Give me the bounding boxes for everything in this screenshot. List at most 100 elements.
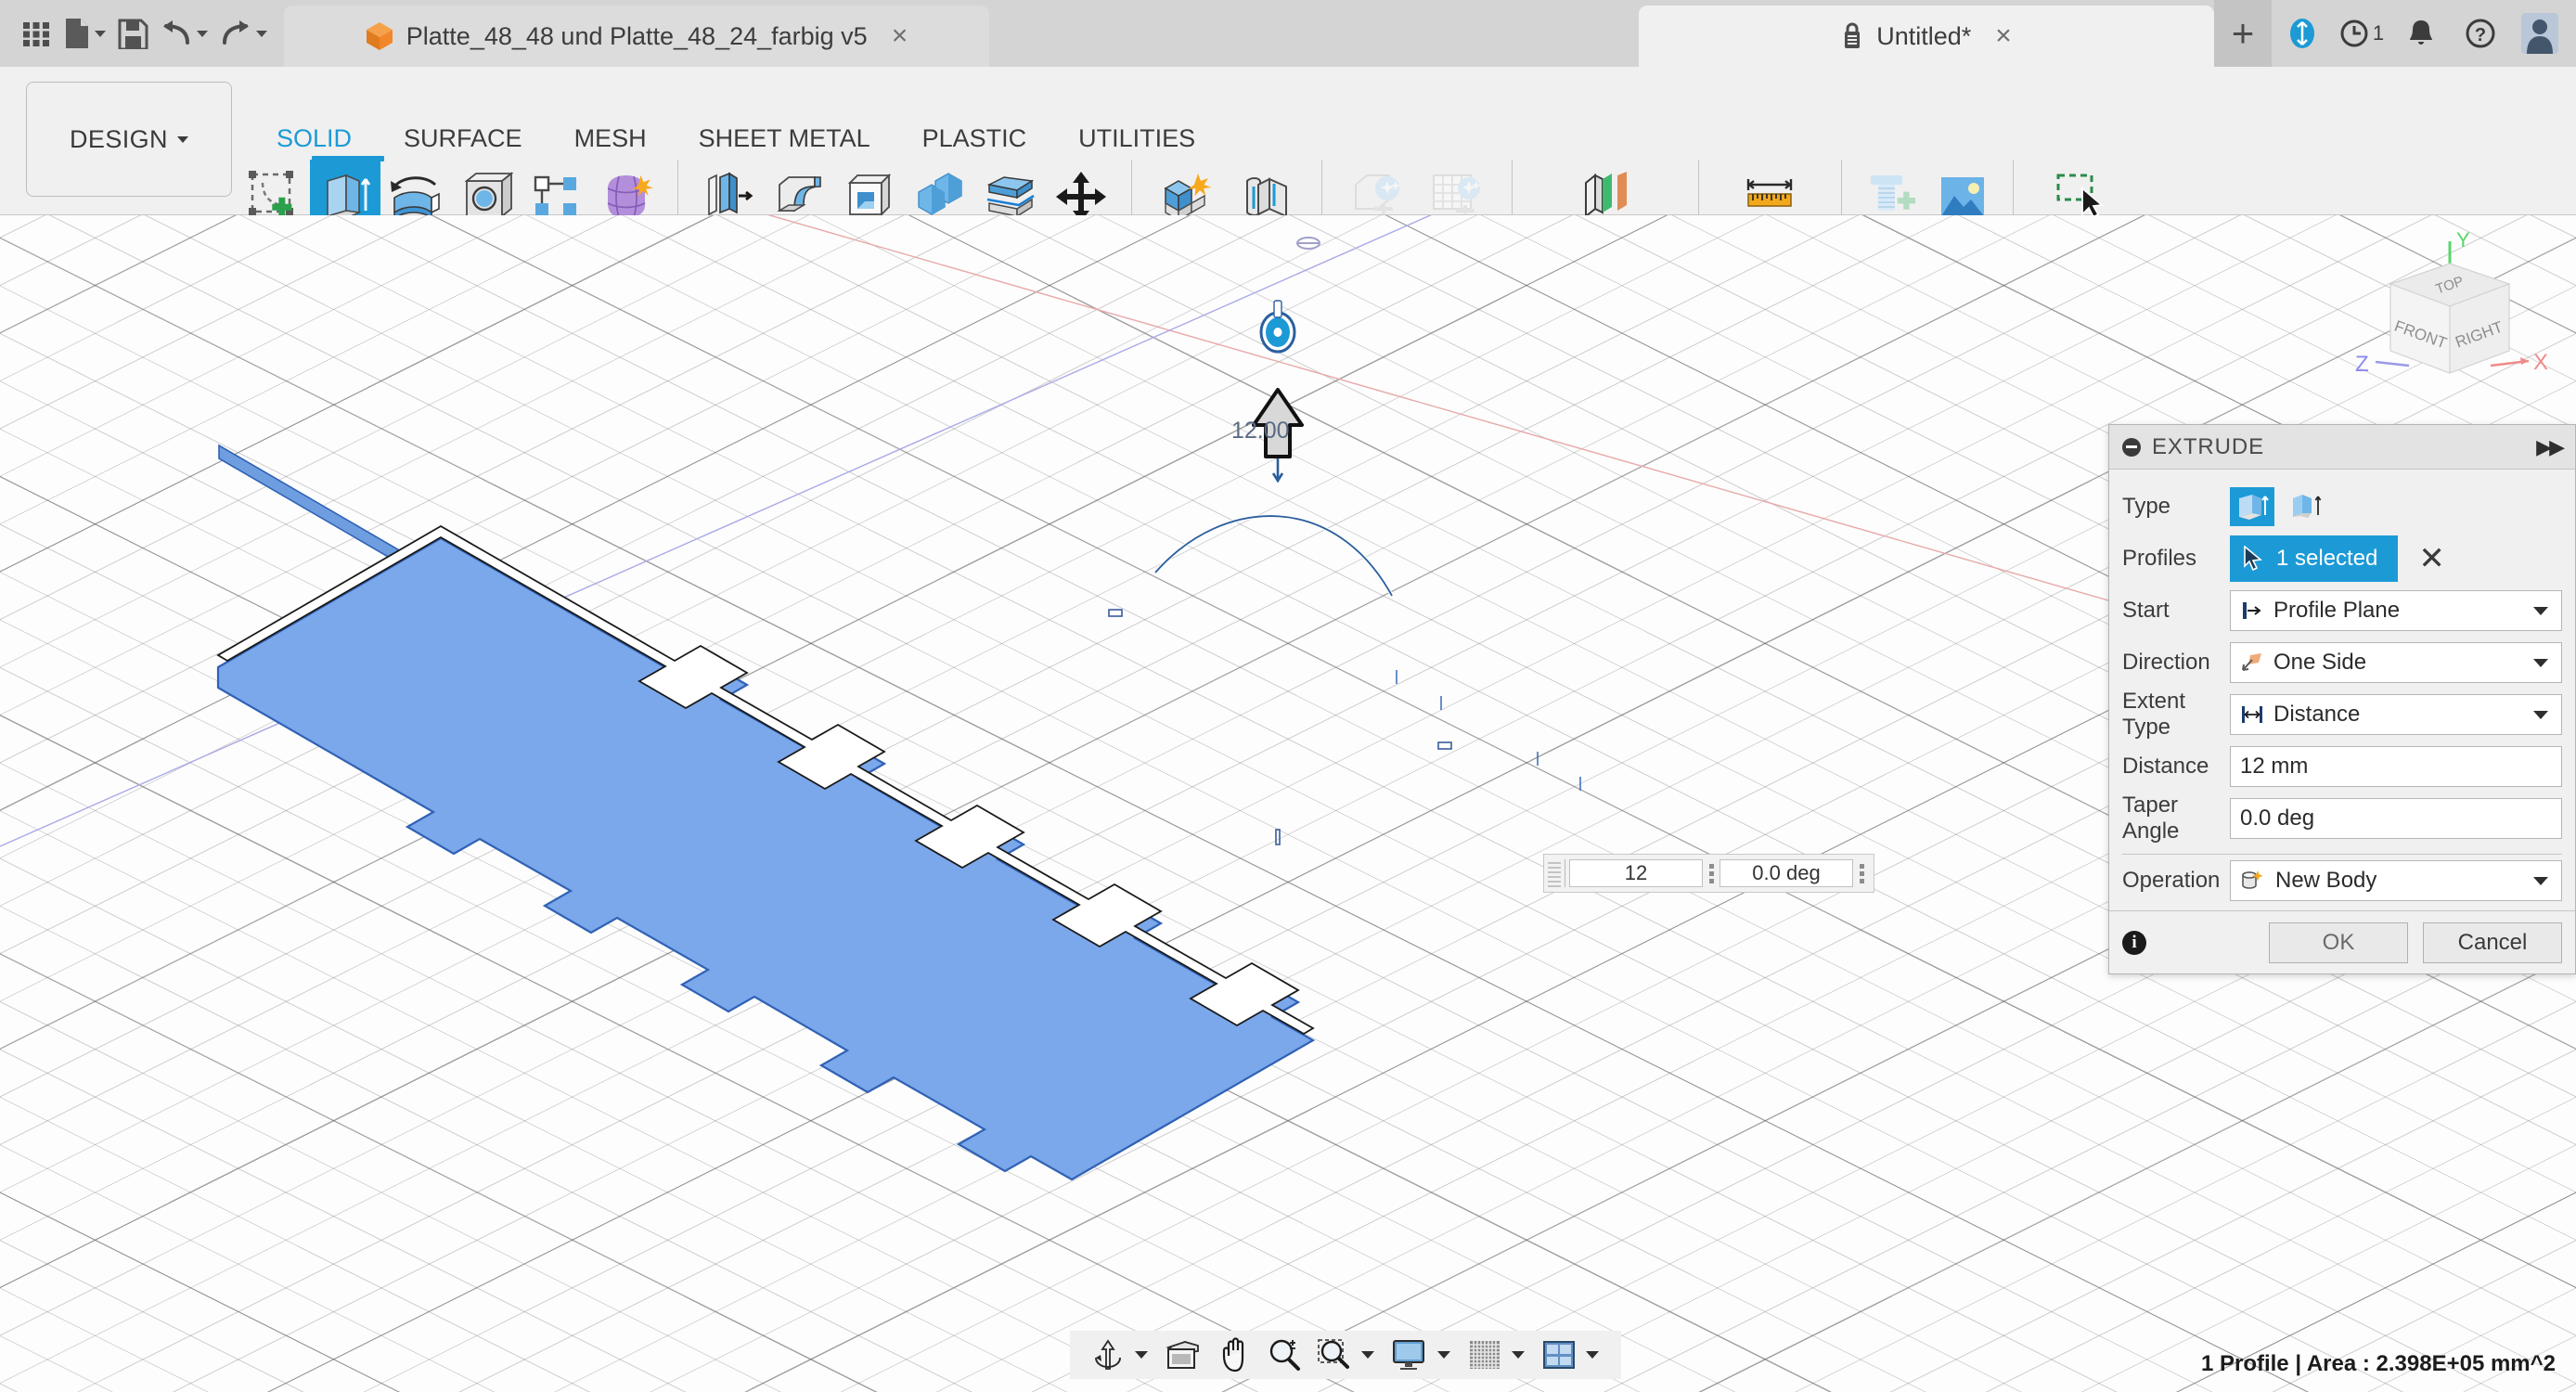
- extent-type-dropdown[interactable]: Distance: [2230, 694, 2562, 735]
- save-button[interactable]: [113, 8, 152, 58]
- zoom-window-icon: [1318, 1339, 1349, 1369]
- zoom-dropdown-caret[interactable]: [1361, 1351, 1374, 1359]
- apps-grid-button[interactable]: [17, 8, 56, 58]
- chevron-down-icon: [197, 30, 208, 37]
- type-label: Type: [2122, 494, 2171, 519]
- collapse-icon[interactable]: [2122, 437, 2141, 457]
- tab-plastic[interactable]: PLASTIC: [896, 124, 1053, 153]
- help-button[interactable]: ?: [2452, 0, 2509, 67]
- extent-type-label: Extent Type: [2122, 689, 2186, 740]
- view-cube[interactable]: Y X Z TOP FRONT RIGHT: [2338, 226, 2561, 412]
- distance-input[interactable]: 12 mm: [2230, 746, 2562, 787]
- one-side-icon: [2242, 653, 2261, 671]
- close-tab-button[interactable]: ×: [1995, 22, 2012, 50]
- chevron-down-icon: [2533, 658, 2548, 667]
- job-status-badge: 1: [2372, 21, 2385, 45]
- expand-arrows-icon[interactable]: ▶▶: [2536, 435, 2565, 459]
- row-profiles: Profiles 1 selected ✕: [2122, 533, 2562, 585]
- account-avatar-button[interactable]: [2511, 0, 2569, 67]
- chevron-down-icon: [2533, 606, 2548, 615]
- origin-marker: [1296, 237, 1320, 250]
- canvas-distance-input[interactable]: 12: [1569, 859, 1703, 887]
- profiles-select-button[interactable]: 1 selected: [2230, 535, 2399, 582]
- close-tab-button[interactable]: ×: [892, 22, 908, 50]
- orbit-dropdown-caret[interactable]: [1135, 1351, 1148, 1359]
- info-icon[interactable]: i: [2122, 930, 2146, 955]
- direction-label: Direction: [2122, 650, 2210, 675]
- start-dropdown[interactable]: Profile Plane: [2230, 590, 2562, 631]
- orbit-button[interactable]: [1083, 1334, 1133, 1376]
- display-settings-icon: [1393, 1340, 1424, 1370]
- row-type: Type: [2122, 481, 2562, 533]
- pan-icon: [1222, 1337, 1244, 1373]
- grid-dropdown-caret[interactable]: [1512, 1351, 1525, 1359]
- redo-button[interactable]: [215, 8, 271, 58]
- tab-sheet-metal[interactable]: SHEET METAL: [673, 124, 896, 153]
- job-status-button[interactable]: 1: [2333, 0, 2390, 67]
- pan-button[interactable]: [1209, 1334, 1259, 1376]
- lock-document-icon: [1845, 22, 1861, 48]
- extrude-manipulator[interactable]: [1153, 300, 1394, 597]
- clear-profiles-button[interactable]: ✕: [2418, 543, 2445, 574]
- document-tab-platte[interactable]: Platte_48_48 und Platte_48_24_farbig v5 …: [284, 6, 989, 67]
- canvas-taper-options-button[interactable]: [1853, 863, 1870, 883]
- canvas-distance-options-button[interactable]: [1703, 863, 1719, 883]
- look-at-button[interactable]: [1157, 1334, 1209, 1376]
- document-tab-untitled[interactable]: Untitled* ×: [1639, 6, 2214, 67]
- axis-y-label: Y: [2456, 228, 2470, 251]
- tab-surface[interactable]: SURFACE: [378, 124, 548, 153]
- extrude-dialog-titlebar[interactable]: EXTRUDE ▶▶: [2109, 425, 2575, 470]
- plate-body: [216, 444, 1316, 1181]
- direction-dropdown[interactable]: One Side: [2230, 642, 2562, 683]
- display-settings-button[interactable]: [1384, 1334, 1436, 1376]
- manipulator-distance-label: 12.00: [1231, 418, 1290, 444]
- canvas-dimension-input-group[interactable]: 12 0.0 deg: [1543, 854, 1874, 893]
- new-body-icon: [2242, 870, 2263, 889]
- row-taper-angle: Taper Angle 0.0 deg: [2122, 793, 2562, 844]
- fusion-model-icon: [366, 22, 393, 50]
- row-operation: Operation New Body: [2122, 855, 2562, 907]
- grid-snaps-button[interactable]: [1460, 1334, 1510, 1376]
- navigation-bar: [1070, 1331, 1621, 1379]
- extrude-dialog[interactable]: EXTRUDE ▶▶ Type Profiles 1 selected ✕ St…: [2108, 424, 2576, 974]
- new-tab-button[interactable]: +: [2214, 0, 2272, 67]
- title-bar-right-tools: + 1 ?: [2214, 0, 2576, 67]
- solid-extrude-type-icon: [2239, 495, 2269, 520]
- tab-solid[interactable]: SOLID: [251, 124, 378, 153]
- extrude-dialog-body: Type Profiles 1 selected ✕ Start Profile…: [2109, 470, 2575, 910]
- svg-text:?: ?: [2475, 25, 2486, 45]
- zoom-window-button[interactable]: [1309, 1334, 1359, 1376]
- type-solid-button[interactable]: [2230, 487, 2274, 526]
- extensions-icon: [2290, 19, 2314, 48]
- selected-profile-face: [216, 536, 1316, 1181]
- type-thin-button[interactable]: [2284, 487, 2328, 526]
- plus-icon: +: [2231, 11, 2255, 55]
- undo-button[interactable]: [156, 8, 212, 58]
- profile-plane-icon: [2243, 602, 2261, 619]
- tab-mesh[interactable]: MESH: [548, 124, 673, 153]
- operation-value: New Body: [2275, 868, 2377, 893]
- viewports-dropdown-caret[interactable]: [1586, 1351, 1599, 1359]
- axis-z-label: Z: [2355, 352, 2369, 377]
- job-status-icon: [2340, 19, 2368, 47]
- tab-utilities[interactable]: UTILITIES: [1052, 124, 1221, 153]
- document-tab-label: Platte_48_48 und Platte_48_24_farbig v5: [406, 21, 868, 50]
- workspace-switcher-button[interactable]: DESIGN: [26, 82, 232, 197]
- chevron-down-icon: [2533, 876, 2548, 885]
- extrude-dialog-title: EXTRUDE: [2152, 433, 2264, 459]
- canvas-taper-input[interactable]: 0.0 deg: [1719, 859, 1853, 887]
- extensions-button[interactable]: [2273, 0, 2331, 67]
- notifications-button[interactable]: [2392, 0, 2450, 67]
- status-bar-text: 1 Profile | Area : 2.398E+05 mm^2: [2200, 1351, 2556, 1376]
- viewports-button[interactable]: [1534, 1334, 1584, 1376]
- distance-extent-icon: [2242, 706, 2262, 723]
- operation-dropdown[interactable]: New Body: [2230, 860, 2562, 901]
- new-document-button[interactable]: [59, 8, 109, 58]
- zoom-button[interactable]: [1259, 1334, 1309, 1376]
- ok-button[interactable]: OK: [2269, 922, 2408, 963]
- dimbox-drag-handle[interactable]: [1548, 859, 1561, 887]
- cursor-select-icon: [2244, 546, 2262, 572]
- display-dropdown-caret[interactable]: [1437, 1351, 1450, 1359]
- taper-angle-input[interactable]: 0.0 deg: [2230, 798, 2562, 839]
- cancel-button[interactable]: Cancel: [2423, 922, 2562, 963]
